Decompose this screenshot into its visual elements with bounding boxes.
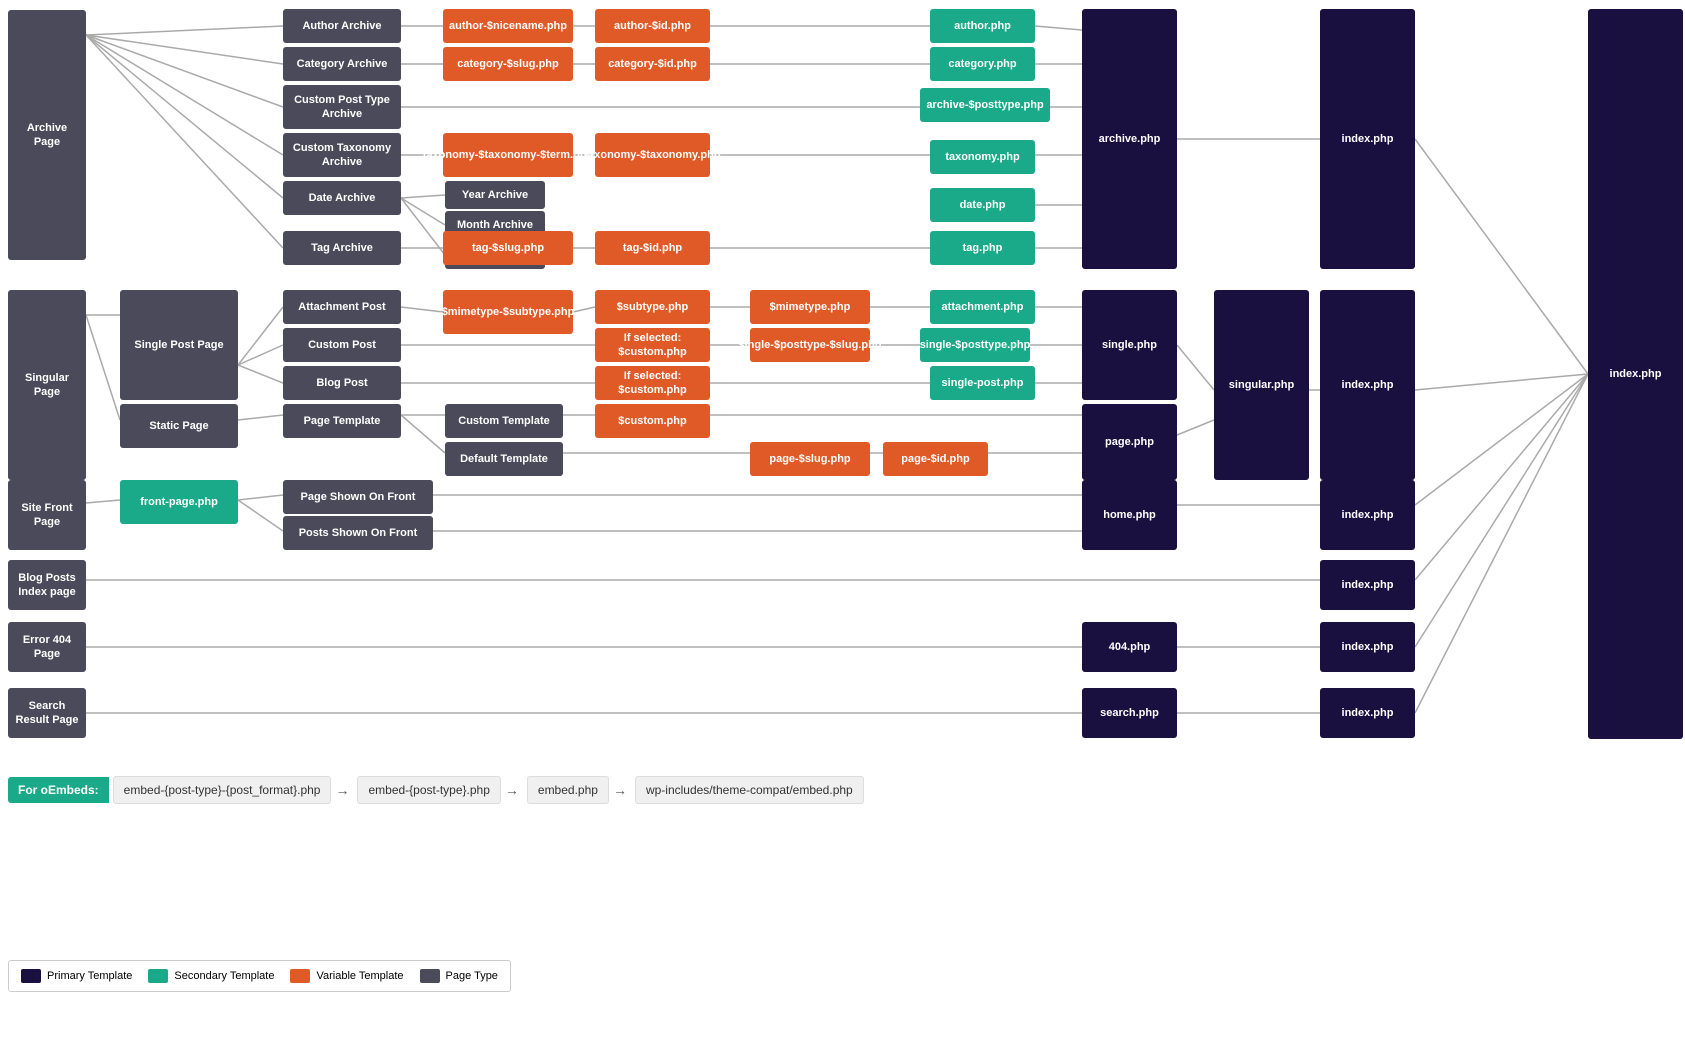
oembed-item-2: embed-{post-type}.php — [357, 776, 500, 804]
page-id-node: page-$id.php — [883, 442, 988, 476]
year-archive-node: Year Archive — [445, 181, 545, 209]
connectors-svg — [0, 0, 1685, 1051]
custom-post-node: Custom Post — [283, 328, 401, 362]
blog-posts-index-node: Blog Posts Index page — [8, 560, 86, 610]
home-php-node: home.php — [1082, 480, 1177, 550]
diagram-container: Archive Page Author Archive author-$nice… — [0, 0, 1685, 1051]
taxonomy-php-node: taxonomy.php — [930, 140, 1035, 174]
subtype-php-node: $subtype.php — [595, 290, 710, 324]
legend-label-pagetype: Page Type — [446, 970, 498, 982]
oembed-arrow-2: → — [505, 782, 519, 798]
custom-post-type-archive-node: Custom Post Type Archive — [283, 85, 401, 129]
mimetype-php-node: $mimetype.php — [750, 290, 870, 324]
oembed-item-3: embed.php — [527, 776, 609, 804]
tag-id-node: tag-$id.php — [595, 231, 710, 265]
tag-php-node: tag.php — [930, 231, 1035, 265]
author-nicename-node: author-$nicename.php — [443, 9, 573, 43]
page-slug-node: page-$slug.php — [750, 442, 870, 476]
oembed-item-4: wp-includes/theme-compat/embed.php — [635, 776, 864, 804]
search-result-node: Search Result Page — [8, 688, 86, 738]
author-php-node: author.php — [930, 9, 1035, 43]
legend-swatch-secondary — [148, 969, 168, 983]
category-php-node: category.php — [930, 47, 1035, 81]
taxonomy-term-node: taxonomy-$taxonomy-$term.php — [443, 133, 573, 177]
index-php-front-node: index.php — [1320, 480, 1415, 550]
archive-page-node: Archive Page — [8, 10, 86, 260]
static-page-node: Static Page — [120, 404, 238, 448]
index-php-blog-node: index.php — [1320, 560, 1415, 610]
legend-item-primary: Primary Template — [21, 969, 132, 983]
tag-archive-node: Tag Archive — [283, 231, 401, 265]
single-posttype-node: single-$posttype.php — [920, 328, 1030, 362]
legend-item-secondary: Secondary Template — [148, 969, 274, 983]
index-php-main-node: index.php — [1588, 9, 1683, 739]
legend-item-pagetype: Page Type — [420, 969, 498, 983]
if-selected-custom-custom-node: If selected: $custom.php — [595, 328, 710, 362]
tag-slug-node: tag-$slug.php — [443, 231, 573, 265]
date-archive-node: Date Archive — [283, 181, 401, 215]
singular-php-node: singular.php — [1214, 290, 1309, 480]
legend-swatch-variable — [290, 969, 310, 983]
attachment-post-node: Attachment Post — [283, 290, 401, 324]
archive-posttype-node: archive-$posttype.php — [920, 88, 1050, 122]
oembed-arrow-1: → — [335, 782, 349, 798]
single-php-node: single.php — [1082, 290, 1177, 400]
index-php-404-node: index.php — [1320, 622, 1415, 672]
legend-swatch-primary — [21, 969, 41, 983]
date-php-node: date.php — [930, 188, 1035, 222]
attachment-php-node: attachment.php — [930, 290, 1035, 324]
singular-page-node: Singular Page — [8, 290, 86, 480]
custom-taxonomy-archive-node: Custom Taxonomy Archive — [283, 133, 401, 177]
index-php-archive-node: index.php — [1320, 9, 1415, 269]
legend-swatch-pagetype — [420, 969, 440, 983]
archive-php-node: archive.php — [1082, 9, 1177, 269]
page-php-node: page.php — [1082, 404, 1177, 480]
posts-shown-on-front-node: Posts Shown On Front — [283, 516, 433, 550]
error-404-node: Error 404 Page — [8, 622, 86, 672]
category-slug-node: category-$slug.php — [443, 47, 573, 81]
error-404-php-node: 404.php — [1082, 622, 1177, 672]
legend-container: Primary Template Secondary Template Vari… — [8, 960, 511, 992]
default-template-node: Default Template — [445, 442, 563, 476]
oembed-arrow-3: → — [613, 782, 627, 798]
legend-item-variable: Variable Template — [290, 969, 403, 983]
legend-label-secondary: Secondary Template — [174, 970, 274, 982]
oembed-item-1: embed-{post-type}-{post_format}.php — [113, 776, 332, 804]
search-php-node: search.php — [1082, 688, 1177, 738]
custom-php-node: $custom.php — [595, 404, 710, 438]
single-post-php-node: single-post.php — [930, 366, 1035, 400]
site-front-page-node: Site Front Page — [8, 480, 86, 550]
category-id-node: category-$id.php — [595, 47, 710, 81]
author-archive-node: Author Archive — [283, 9, 401, 43]
taxonomy-tax-node: taxonomy-$taxonomy.php — [595, 133, 710, 177]
legend-label-variable: Variable Template — [316, 970, 403, 982]
if-selected-custom-blog-node: If selected: $custom.php — [595, 366, 710, 400]
oembed-label: For oEmbeds: — [8, 777, 109, 803]
page-shown-on-front-node: Page Shown On Front — [283, 480, 433, 514]
page-template-node: Page Template — [283, 404, 401, 438]
oembeds-container: For oEmbeds: embed-{post-type}-{post_for… — [8, 776, 864, 804]
category-archive-node: Category Archive — [283, 47, 401, 81]
mimetype-subtype-node: $mimetype-$subtype.php — [443, 290, 573, 334]
index-php-singular-node: index.php — [1320, 290, 1415, 480]
front-page-php-node: front-page.php — [120, 480, 238, 524]
blog-post-node: Blog Post — [283, 366, 401, 400]
single-posttype-slug-node: single-$posttype-$slug.php — [750, 328, 870, 362]
author-id-node: author-$id.php — [595, 9, 710, 43]
legend-label-primary: Primary Template — [47, 970, 132, 982]
index-php-search-node: index.php — [1320, 688, 1415, 738]
custom-template-node: Custom Template — [445, 404, 563, 438]
single-post-page-node: Single Post Page — [120, 290, 238, 400]
